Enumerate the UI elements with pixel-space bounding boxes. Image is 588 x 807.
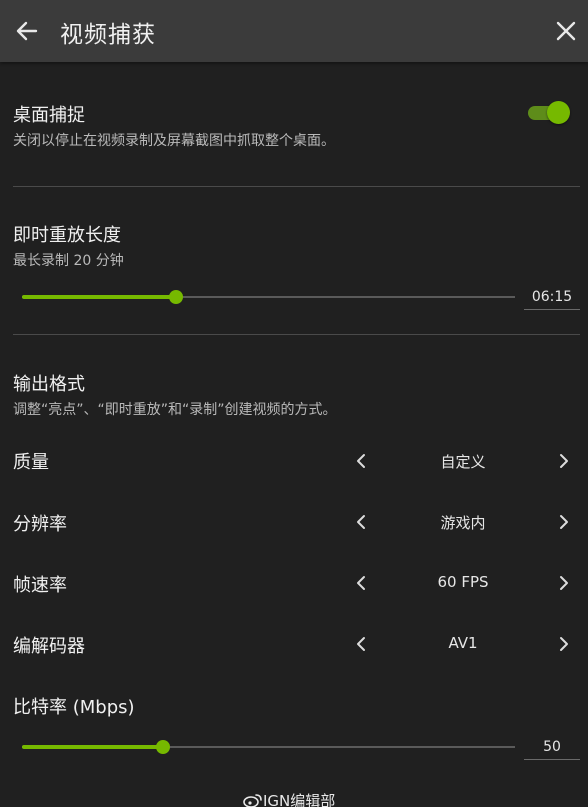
- resolution-value: 游戏内: [440, 514, 486, 532]
- arrow-left-icon: [16, 21, 38, 41]
- desktop-capture-description: 关闭以停止在视频录制及屏幕截图中抓取整个桌面。: [13, 133, 335, 149]
- desktop-capture-title: 桌面捕捉: [13, 105, 85, 126]
- chevron-right-icon: [560, 515, 568, 529]
- codec-prev-button[interactable]: [355, 636, 367, 652]
- weibo-icon: [243, 793, 263, 807]
- toggle-thumb: [547, 101, 570, 124]
- close-button[interactable]: [555, 20, 577, 42]
- slider-thumb[interactable]: [155, 740, 170, 754]
- output-format-description: 调整“亮点”、“即时重放”和“录制”创建视频的方式。: [13, 402, 337, 418]
- chevron-left-icon: [357, 454, 365, 468]
- codec-value: AV1: [448, 634, 478, 652]
- codec-next-button[interactable]: [558, 636, 570, 652]
- chevron-left-icon: [357, 637, 365, 651]
- chevron-right-icon: [560, 454, 568, 468]
- watermark-text: IGN编辑部: [263, 792, 336, 807]
- divider: [13, 334, 580, 335]
- codec-label: 编解码器: [13, 636, 85, 657]
- bitrate-slider[interactable]: [22, 740, 515, 754]
- framerate-prev-button[interactable]: [355, 575, 367, 591]
- output-format-title: 输出格式: [13, 374, 85, 395]
- bitrate-value[interactable]: 50: [524, 735, 580, 760]
- chevron-right-icon: [560, 576, 568, 590]
- bitrate-label: 比特率 (Mbps): [13, 697, 135, 718]
- quality-value: 自定义: [440, 453, 486, 471]
- resolution-prev-button[interactable]: [355, 514, 367, 530]
- back-button[interactable]: [14, 18, 40, 44]
- chevron-left-icon: [357, 515, 365, 529]
- slider-fill: [22, 745, 163, 749]
- slider-thumb[interactable]: [169, 290, 184, 304]
- framerate-value: 60 FPS: [437, 573, 489, 591]
- instant-replay-description: 最长录制 20 分钟: [13, 253, 124, 269]
- resolution-next-button[interactable]: [558, 514, 570, 530]
- chevron-left-icon: [357, 576, 365, 590]
- resolution-label: 分辨率: [13, 514, 67, 535]
- divider: [13, 186, 580, 187]
- quality-prev-button[interactable]: [355, 453, 367, 469]
- slider-fill: [22, 295, 177, 299]
- close-icon: [556, 21, 576, 41]
- desktop-capture-toggle[interactable]: [526, 100, 570, 126]
- framerate-next-button[interactable]: [558, 575, 570, 591]
- instant-replay-slider[interactable]: [22, 290, 515, 304]
- instant-replay-title: 即时重放长度: [13, 225, 121, 246]
- quality-label: 质量: [13, 452, 49, 473]
- page-title: 视频捕获: [60, 22, 156, 48]
- framerate-label: 帧速率: [13, 575, 67, 596]
- quality-next-button[interactable]: [558, 453, 570, 469]
- watermark: IGN编辑部: [243, 790, 335, 807]
- header-bar: 视频捕获: [0, 0, 588, 62]
- chevron-right-icon: [560, 637, 568, 651]
- instant-replay-value[interactable]: 06:15: [524, 285, 580, 310]
